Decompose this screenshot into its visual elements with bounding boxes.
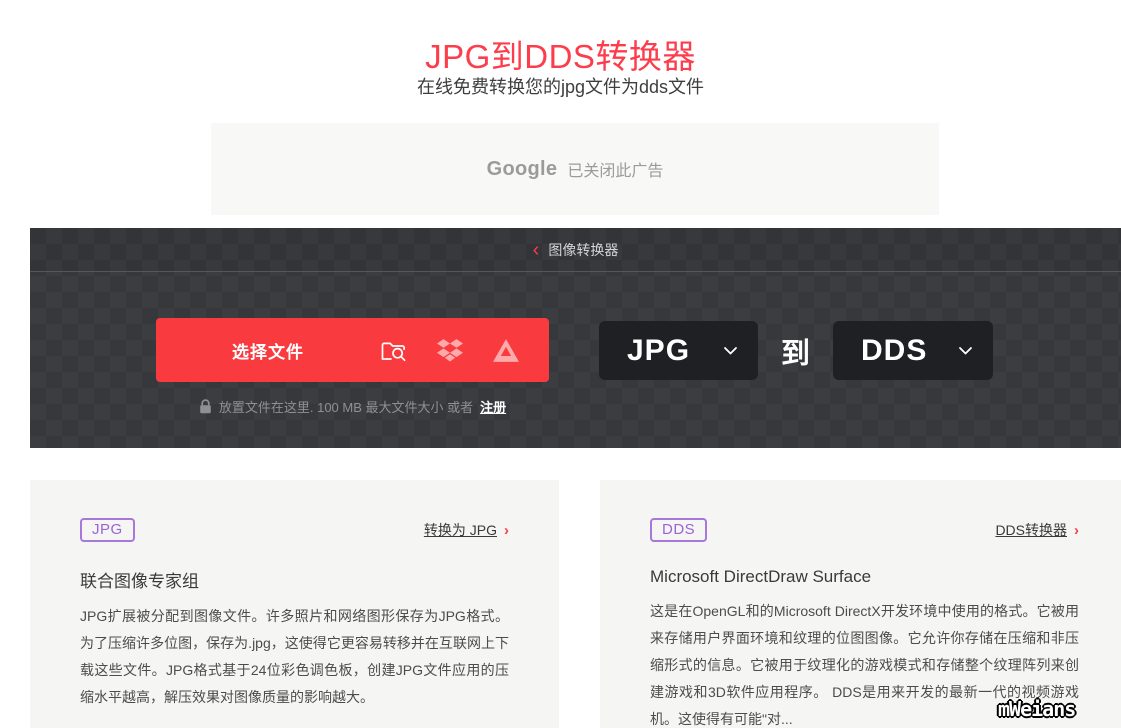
page-subtitle: 在线免费转换您的jpg文件为dds文件 <box>416 77 705 97</box>
format-card-dds: DDS DDS转换器 › Microsoft DirectDraw Surfac… <box>600 480 1121 728</box>
from-format-select[interactable]: JPG <box>599 321 758 380</box>
breadcrumb-label: 图像转换器 <box>548 241 619 258</box>
chevron-left-icon: ‹ <box>532 238 540 261</box>
register-link[interactable]: 注册 <box>480 397 506 416</box>
from-format-value: JPG <box>627 333 691 367</box>
ad-placeholder[interactable]: Google 已关闭此广告 <box>211 123 939 215</box>
jpg-card-description: JPG扩展被分配到图像文件。许多照片和网络图形保存为JPG格式。为了压缩许多位图… <box>80 608 509 705</box>
watermark: mWeians <box>998 697 1076 721</box>
chevron-right-icon: › <box>504 521 509 539</box>
drop-hint: 放置文件在这里. 100 MB 最大文件大小 或者 注册 <box>156 397 549 416</box>
converter-banner: ‹ 图像转换器 选择文件 JPG 到 DDS 放置文件在这里. 100 MB 最… <box>30 228 1121 448</box>
ad-brand-google: Google <box>486 157 558 180</box>
lock-icon <box>200 399 211 414</box>
jpg-badge: JPG <box>80 518 135 542</box>
page-title: JPG到DDS转换器 <box>425 38 696 75</box>
dds-card-heading: Microsoft DirectDraw Surface <box>650 567 872 586</box>
jpg-card-heading: 联合图像专家组 <box>80 572 199 591</box>
choose-files-label: 选择文件 <box>232 342 304 362</box>
to-format-select[interactable]: DDS <box>833 321 993 380</box>
dds-converter-link-text: DDS转换器 <box>995 522 1067 538</box>
folder-search-icon[interactable] <box>380 338 407 363</box>
convert-to-jpg-link[interactable]: 转换为 JPG › <box>424 520 509 540</box>
chevron-right-icon: › <box>1074 521 1079 539</box>
ad-closed-text: 已关闭此广告 <box>567 163 664 180</box>
breadcrumb-image-converter[interactable]: ‹ 图像转换器 <box>30 228 1121 272</box>
page: JPG到DDS转换器 在线免费转换您的jpg文件为dds文件 Google 已关… <box>0 0 1121 728</box>
choose-files-button[interactable]: 选择文件 <box>156 318 549 382</box>
to-format-value: DDS <box>861 333 928 367</box>
chevron-down-icon <box>959 346 972 354</box>
convert-to-jpg-link-text: 转换为 JPG <box>423 522 497 538</box>
dds-badge: DDS <box>650 518 708 542</box>
format-card-jpg: JPG 转换为 JPG › 联合图像专家组 JPG扩展被分配到图像文件。许多照片… <box>30 480 559 728</box>
chevron-down-icon <box>724 346 737 354</box>
upload-source-icons <box>380 338 519 363</box>
dropbox-icon[interactable] <box>437 338 463 362</box>
drop-hint-text: 放置文件在这里. 100 MB 最大文件大小 或者 <box>218 400 474 415</box>
to-word: 到 <box>780 337 810 370</box>
google-drive-icon[interactable] <box>493 338 519 362</box>
dds-converter-link[interactable]: DDS转换器 › <box>995 520 1079 540</box>
